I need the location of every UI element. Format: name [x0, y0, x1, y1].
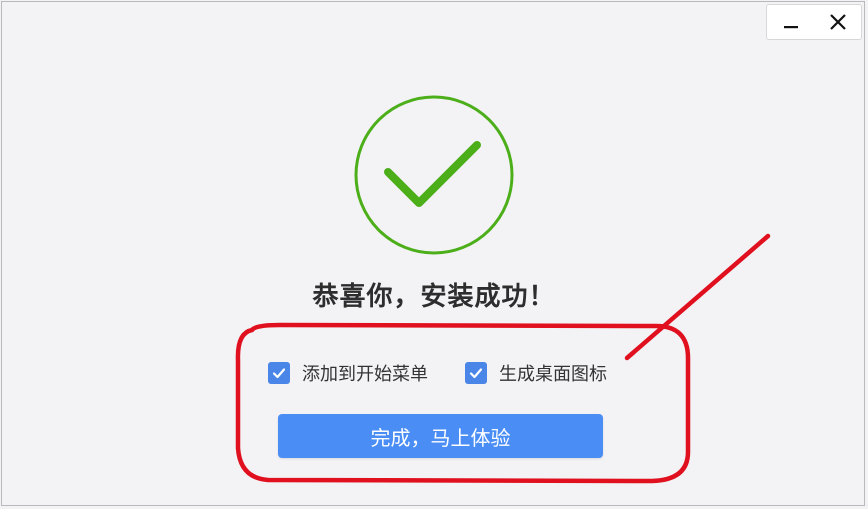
start-menu-checkbox[interactable] [268, 362, 290, 384]
close-icon [829, 14, 846, 30]
minimize-icon [783, 26, 798, 29]
success-headline: 恭喜你，安装成功！ [312, 282, 556, 312]
desktop-icon-checkbox[interactable] [465, 362, 487, 384]
window-controls [766, 4, 862, 40]
checkmark-icon [272, 368, 286, 379]
start-menu-label: 添加到开始菜单 [302, 364, 428, 385]
checkmark-icon [469, 368, 483, 379]
check-circle-icon [354, 95, 514, 255]
desktop-icon-label: 生成桌面图标 [499, 364, 607, 385]
finish-button[interactable]: 完成，马上体验 [278, 414, 603, 458]
minimize-button[interactable] [771, 6, 811, 38]
close-button[interactable] [818, 6, 858, 38]
start-menu-option[interactable]: 添加到开始菜单 [268, 359, 428, 387]
desktop-icon-option[interactable]: 生成桌面图标 [465, 359, 607, 387]
